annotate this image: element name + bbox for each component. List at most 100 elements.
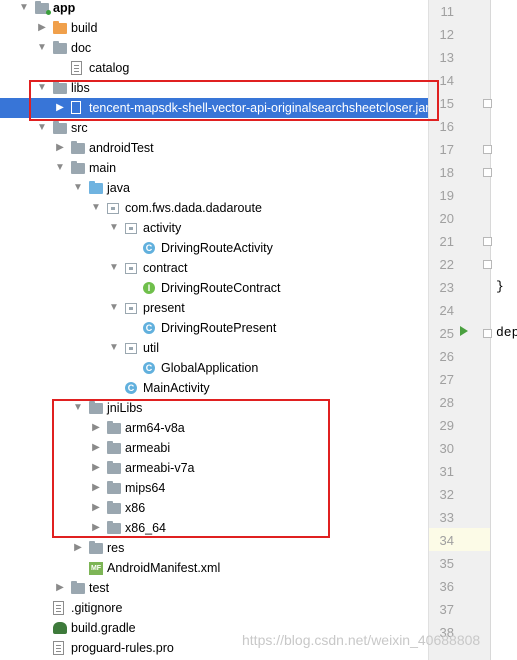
interface-icon: I	[143, 282, 155, 294]
chevron-down-icon[interactable]: ▼	[108, 218, 120, 238]
tree-item-activity[interactable]: ▼ activity	[0, 218, 428, 238]
line-number: 28	[439, 395, 454, 410]
line-number: 24	[439, 303, 454, 318]
tree-item-gitignore[interactable]: .gitignore	[0, 598, 428, 618]
gradle-icon	[53, 622, 67, 634]
class-icon: C	[143, 242, 155, 254]
line-number: 13	[439, 50, 454, 65]
tree-item-test[interactable]: ▶ test	[0, 578, 428, 598]
highlight-box-jnilibs	[52, 399, 330, 538]
code-fragment: }	[496, 279, 504, 294]
chevron-down-icon[interactable]: ▼	[54, 158, 66, 178]
line-number: 26	[439, 349, 454, 364]
source-folder-icon	[89, 181, 103, 194]
tree-item-androidtest[interactable]: ▶ androidTest	[0, 138, 428, 158]
run-gutter-icon[interactable]	[460, 326, 468, 336]
tree-item-label: src	[71, 121, 88, 135]
chevron-down-icon[interactable]: ▼	[72, 178, 84, 198]
class-icon: C	[143, 362, 155, 374]
fold-marker-icon[interactable]	[483, 329, 492, 338]
tree-item-java[interactable]: ▼ java	[0, 178, 428, 198]
file-icon	[53, 601, 64, 615]
tree-item-contract[interactable]: ▼ contract	[0, 258, 428, 278]
line-number: 29	[439, 418, 454, 433]
package-icon	[125, 343, 137, 354]
tree-item-globalapplication[interactable]: C GlobalApplication	[0, 358, 428, 378]
tree-item-com-fws-dada-dadaroute[interactable]: ▼ com.fws.dada.dadaroute	[0, 198, 428, 218]
tree-item-label: build.gradle	[71, 621, 136, 635]
line-number: 30	[439, 441, 454, 456]
line-number: 17	[439, 142, 454, 157]
folder-icon	[71, 141, 85, 154]
line-number: 27	[439, 372, 454, 387]
folder-icon	[71, 581, 85, 594]
fold-marker-icon[interactable]	[483, 260, 492, 269]
tree-item-res[interactable]: ▶ res	[0, 538, 428, 558]
fold-marker-icon[interactable]	[483, 237, 492, 246]
chevron-right-icon[interactable]: ▶	[54, 138, 66, 158]
chevron-right-icon[interactable]: ▶	[72, 538, 84, 558]
tree-item-app[interactable]: ▼ app	[0, 0, 428, 18]
tree-item-label: MainActivity	[143, 381, 210, 395]
highlight-box-libs	[29, 80, 439, 121]
tree-item-drivingroutepresent[interactable]: C DrivingRoutePresent	[0, 318, 428, 338]
line-number: 18	[439, 165, 454, 180]
tree-item-label: doc	[71, 41, 92, 55]
tree-item-label: .gitignore	[71, 601, 123, 615]
tree-item-label: contract	[143, 261, 188, 275]
tree-item-mainactivity[interactable]: C MainActivity	[0, 378, 428, 398]
folder-icon	[53, 121, 67, 134]
class-icon: C	[125, 382, 137, 394]
chevron-right-icon[interactable]: ▶	[36, 18, 48, 38]
chevron-down-icon[interactable]: ▼	[36, 118, 48, 138]
folder-icon	[53, 41, 67, 54]
line-number: 23	[439, 280, 454, 295]
line-number: 12	[439, 27, 454, 42]
line-number: 31	[439, 464, 454, 479]
fold-marker-icon[interactable]	[483, 168, 492, 177]
chevron-down-icon[interactable]: ▼	[18, 0, 30, 18]
folder-icon	[71, 161, 85, 174]
line-number: 33	[439, 510, 454, 525]
package-icon	[107, 203, 119, 214]
line-number: 25	[439, 326, 454, 341]
chevron-down-icon[interactable]: ▼	[108, 298, 120, 318]
tree-item-drivingroutecontract[interactable]: I DrivingRouteContract	[0, 278, 428, 298]
tree-item-build[interactable]: ▶ build	[0, 18, 428, 38]
tree-item-label: com.fws.dada.dadaroute	[125, 201, 262, 215]
tree-item-catalog[interactable]: catalog	[0, 58, 428, 78]
chevron-down-icon[interactable]: ▼	[108, 258, 120, 278]
chevron-down-icon[interactable]: ▼	[90, 198, 102, 218]
tree-item-label: androidTest	[89, 141, 154, 155]
chevron-down-icon[interactable]: ▼	[36, 38, 48, 58]
line-number: 20	[439, 211, 454, 226]
tree-item-util[interactable]: ▼ util	[0, 338, 428, 358]
tree-item-label: present	[143, 301, 185, 315]
watermark: https://blog.csdn.net/weixin_40688808	[242, 632, 481, 648]
tree-item-label: res	[107, 541, 125, 555]
line-number: 22	[439, 257, 454, 272]
tree-item-drivingrouteactivity[interactable]: C DrivingRouteActivity	[0, 238, 428, 258]
tree-item-label: DrivingRouteContract	[161, 281, 281, 295]
tree-item-src[interactable]: ▼ src	[0, 118, 428, 138]
tree-item-label: test	[89, 581, 110, 595]
package-icon	[125, 263, 137, 274]
tree-item-label: GlobalApplication	[161, 361, 259, 375]
chevron-right-icon[interactable]: ▶	[54, 578, 66, 598]
tree-item-main[interactable]: ▼ main	[0, 158, 428, 178]
package-icon	[125, 303, 137, 314]
resource-folder-icon	[89, 541, 103, 554]
line-number: 32	[439, 487, 454, 502]
tree-item-androidmanifest-xml[interactable]: MF AndroidManifest.xml	[0, 558, 428, 578]
file-icon	[53, 641, 64, 655]
tree-item-present[interactable]: ▼ present	[0, 298, 428, 318]
fold-marker-icon[interactable]	[483, 145, 492, 154]
line-number: 36	[439, 579, 454, 594]
chevron-down-icon[interactable]: ▼	[108, 338, 120, 358]
fold-marker-icon[interactable]	[483, 99, 492, 108]
line-number: 19	[439, 188, 454, 203]
manifest-icon: MF	[89, 562, 103, 575]
tree-item-doc[interactable]: ▼ doc	[0, 38, 428, 58]
tree-item-label: activity	[143, 221, 182, 235]
tree-item-label: catalog	[89, 61, 130, 75]
